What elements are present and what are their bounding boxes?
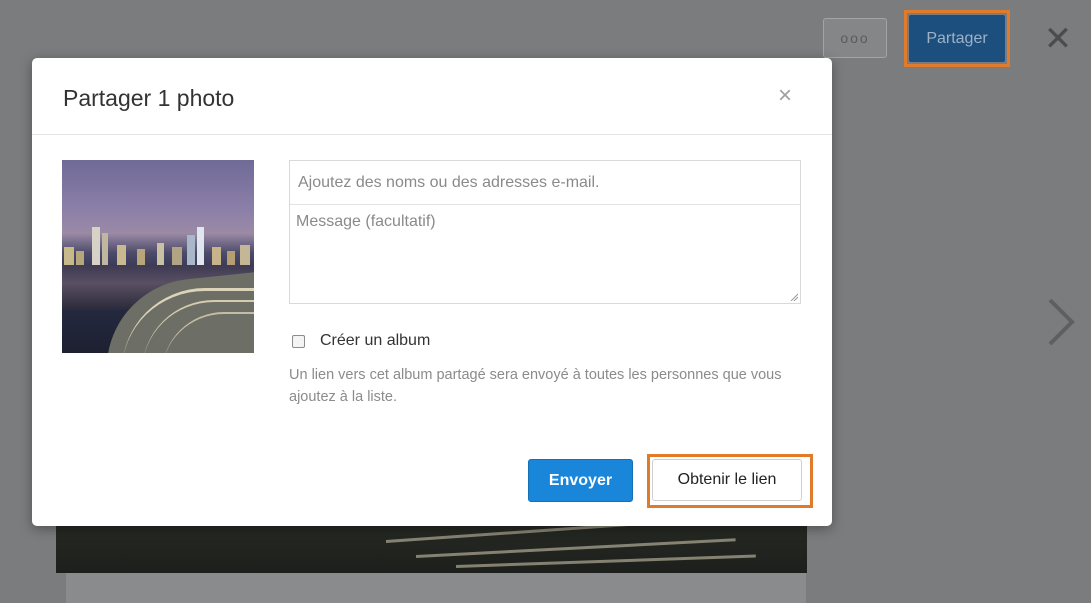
album-help-text: Un lien vers cet album partagé sera envo… xyxy=(289,367,782,405)
share-button-label: Partager xyxy=(926,29,988,47)
background-photo-streak xyxy=(415,538,736,558)
more-options-button[interactable]: ooo xyxy=(823,18,887,58)
resize-handle-icon[interactable] xyxy=(790,293,798,301)
close-icon: ✕ xyxy=(1043,20,1073,58)
chevron-right-icon xyxy=(1048,298,1075,346)
background-thumbnail-strip xyxy=(66,573,806,603)
more-options-label: ooo xyxy=(840,30,870,46)
close-icon: × xyxy=(777,82,792,109)
background-photo-streak xyxy=(455,554,756,568)
create-album-label[interactable]: Créer un album xyxy=(320,332,430,350)
dialog-title: Partager 1 photo xyxy=(63,85,235,111)
get-link-button-label: Obtenir le lien xyxy=(677,471,777,488)
photo-thumbnail xyxy=(62,160,254,353)
send-button[interactable]: Envoyer xyxy=(528,459,633,502)
close-viewer-button[interactable]: ✕ xyxy=(1043,22,1073,56)
create-album-checkbox[interactable] xyxy=(292,334,305,348)
recipients-input[interactable]: Ajoutez des noms ou des adresses e-mail. xyxy=(290,161,800,205)
share-form-box: Ajoutez des noms ou des adresses e-mail.… xyxy=(289,160,801,304)
share-dialog: Partager 1 photo × Ajoutez des noms ou d xyxy=(32,58,832,526)
send-button-label: Envoyer xyxy=(548,471,613,489)
next-photo-button[interactable] xyxy=(1040,292,1076,352)
dialog-header: Partager 1 photo × xyxy=(32,58,832,135)
thumbnail-skyline xyxy=(64,227,250,265)
create-album-row[interactable]: Créer un album xyxy=(292,330,430,352)
get-link-button[interactable]: Obtenir le lien xyxy=(652,459,802,501)
share-button[interactable]: Partager xyxy=(909,15,1005,62)
dialog-close-button[interactable]: × xyxy=(774,82,796,109)
message-textarea[interactable]: Message (facultatif) xyxy=(290,205,800,305)
